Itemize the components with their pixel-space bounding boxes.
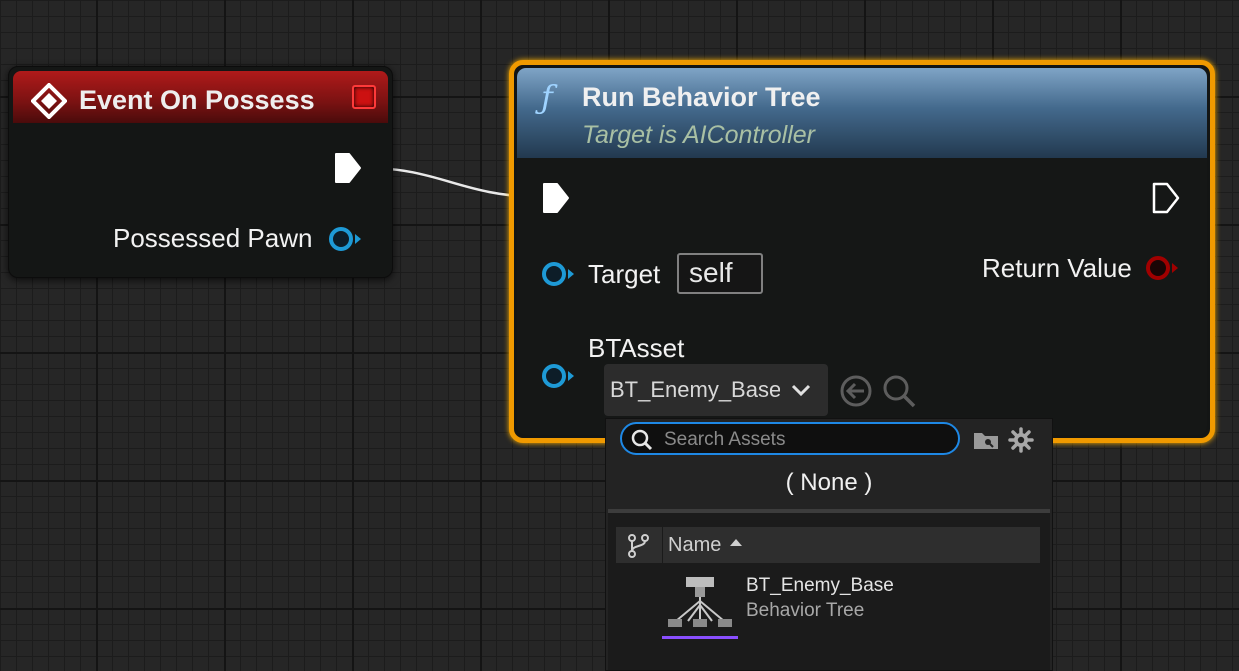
branch-column-cell[interactable] bbox=[616, 527, 663, 563]
target-pin-icon[interactable] bbox=[540, 260, 578, 288]
bt-asset-label: BTAsset bbox=[588, 333, 685, 363]
exec-out-pin-icon[interactable] bbox=[333, 151, 363, 185]
asset-list[interactable]: Name BT_Enemy_Base Behavior Tree bbox=[608, 513, 1050, 670]
list-column-header[interactable]: Name bbox=[616, 527, 1040, 563]
return-value-label: Return Value bbox=[982, 253, 1132, 283]
event-diamond-icon bbox=[31, 83, 67, 119]
sort-ascending-icon bbox=[730, 539, 742, 546]
name-column-label[interactable]: Name bbox=[668, 534, 721, 557]
return-value-pin-icon[interactable] bbox=[1144, 254, 1182, 282]
asset-name: BT_Enemy_Base bbox=[746, 575, 894, 596]
chevron-down-icon bbox=[791, 384, 811, 397]
function-f-icon: ƒ bbox=[541, 78, 553, 116]
search-icon bbox=[631, 429, 653, 451]
none-option[interactable]: ( None ) bbox=[606, 469, 1052, 509]
bt-asset-selected: BT_Enemy_Base bbox=[610, 377, 780, 402]
exec-then-pin-icon[interactable] bbox=[1150, 181, 1182, 215]
possessed-pawn-pin-icon[interactable] bbox=[327, 225, 365, 253]
folder-icon[interactable] bbox=[972, 429, 1000, 451]
event-on-possess-node[interactable]: Event On Possess Possessed Pawn bbox=[8, 66, 393, 278]
branch-icon bbox=[628, 534, 649, 558]
function-node-header[interactable]: ƒ Run Behavior Tree Target is AIControll… bbox=[517, 68, 1207, 158]
target-label: Target bbox=[588, 259, 661, 289]
search-input[interactable] bbox=[662, 427, 956, 453]
magnifier-icon[interactable] bbox=[880, 372, 918, 410]
target-value-field[interactable]: self bbox=[677, 253, 763, 294]
asset-type: Behavior Tree bbox=[746, 600, 865, 621]
event-node-title: Event On Possess bbox=[79, 85, 315, 115]
event-node-header[interactable]: Event On Possess bbox=[13, 71, 388, 123]
bt-asset-pin-icon[interactable] bbox=[540, 362, 578, 390]
gear-icon[interactable] bbox=[1008, 427, 1034, 453]
asset-picker-popup[interactable]: ( None ) Name bbox=[605, 418, 1053, 671]
asset-list-item[interactable]: BT_Enemy_Base Behavior Tree bbox=[616, 565, 1040, 645]
possessed-pawn-label: Possessed Pawn bbox=[113, 223, 313, 253]
delegate-pin-icon[interactable] bbox=[352, 85, 376, 109]
arrow-left-circle-icon[interactable] bbox=[838, 373, 874, 409]
exec-in-pin-icon[interactable] bbox=[540, 181, 572, 215]
function-node-subtitle: Target is AIController bbox=[582, 121, 815, 149]
behavior-tree-icon bbox=[662, 577, 738, 639]
search-box[interactable] bbox=[620, 422, 960, 455]
bt-asset-combo[interactable]: BT_Enemy_Base bbox=[604, 364, 828, 416]
function-node-title: Run Behavior Tree bbox=[582, 82, 821, 112]
